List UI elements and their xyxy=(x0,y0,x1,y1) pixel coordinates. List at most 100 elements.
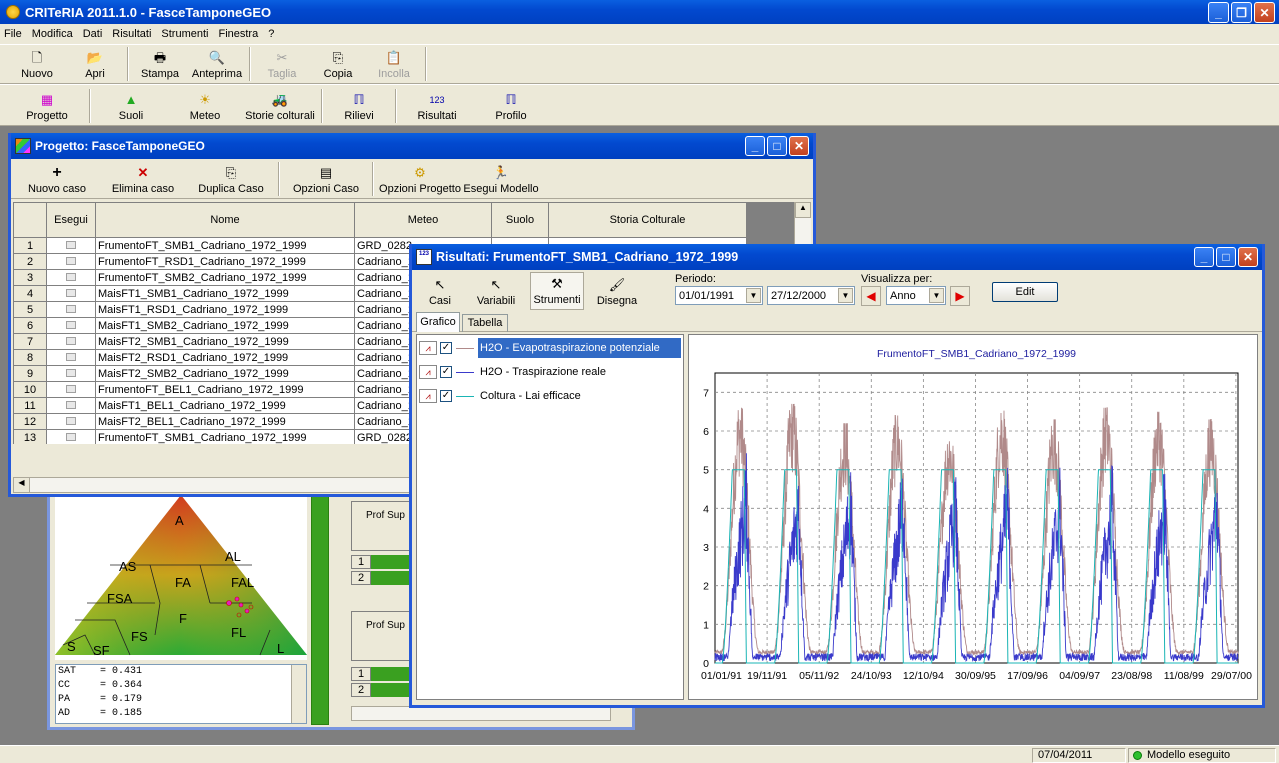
tab-grafico[interactable]: Grafico xyxy=(416,312,460,332)
visualizza-select[interactable]: Anno ▼ xyxy=(886,286,946,305)
esegui-cell[interactable] xyxy=(46,237,96,254)
nome-cell[interactable]: FrumentoFT_RSD1_Cadriano_1972_1999 xyxy=(95,253,355,270)
esegui-checkbox[interactable] xyxy=(66,256,76,265)
progetto-button[interactable]: ▦ Progetto xyxy=(8,87,86,125)
esegui-checkbox[interactable] xyxy=(66,336,76,345)
duplica-caso-button[interactable]: ⎘ Duplica Caso xyxy=(187,160,275,198)
incolla-button[interactable]: 📋 Incolla xyxy=(366,45,422,83)
esegui-cell[interactable] xyxy=(46,317,96,334)
nome-cell[interactable]: FrumentoFT_SMB1_Cadriano_1972_1999 xyxy=(95,237,355,254)
results-minimize-button[interactable]: _ xyxy=(1194,247,1214,267)
variable-checkbox[interactable]: ✓ xyxy=(440,390,452,402)
menu-dati[interactable]: Dati xyxy=(83,28,103,40)
date-from-field[interactable]: 01/01/1991 ▼ xyxy=(675,286,763,305)
disegna-button[interactable]: 🖌 Disegna xyxy=(590,272,644,310)
esegui-checkbox[interactable] xyxy=(66,352,76,361)
esegui-checkbox[interactable] xyxy=(66,384,76,393)
next-arrow-icon[interactable]: ▶ xyxy=(950,286,970,306)
esegui-checkbox[interactable] xyxy=(66,320,76,329)
dropdown-arrow-icon[interactable]: ▼ xyxy=(746,288,761,303)
meteo-button[interactable]: ☀ Meteo xyxy=(168,87,242,125)
nuovo-button[interactable]: 🗋 Nuovo xyxy=(8,45,66,83)
elimina-caso-button[interactable]: ✕ Elimina caso xyxy=(99,160,187,198)
nome-cell[interactable]: FrumentoFT_SMB2_Cadriano_1972_1999 xyxy=(95,269,355,286)
esegui-checkbox[interactable] xyxy=(66,240,76,249)
header-meteo[interactable]: Meteo xyxy=(354,202,492,238)
esegui-cell[interactable] xyxy=(46,349,96,366)
variable-item[interactable]: ⩘ ✓ H2O - Traspirazione reale xyxy=(419,361,681,383)
layers-hscrollbar[interactable] xyxy=(351,706,611,721)
close-button[interactable]: ✕ xyxy=(1254,2,1275,23)
restore-button[interactable]: ❐ xyxy=(1231,2,1252,23)
esegui-cell[interactable] xyxy=(46,429,96,444)
esegui-checkbox[interactable] xyxy=(66,272,76,281)
esegui-cell[interactable] xyxy=(46,381,96,398)
dropdown-arrow-icon[interactable]: ▼ xyxy=(838,288,853,303)
apri-button[interactable]: 📂 Apri xyxy=(66,45,124,83)
esegui-cell[interactable] xyxy=(46,301,96,318)
rilievi-button[interactable]: ℿ Rilievi xyxy=(326,87,392,125)
variabili-button[interactable]: ↖ Variabili xyxy=(470,272,522,310)
nome-cell[interactable]: MaisFT1_RSD1_Cadriano_1972_1999 xyxy=(95,301,355,318)
project-minimize-button[interactable]: _ xyxy=(745,136,765,156)
nuovo-caso-button[interactable]: + Nuovo caso xyxy=(15,160,99,198)
params-scrollbar[interactable] xyxy=(291,665,306,723)
esegui-checkbox[interactable] xyxy=(66,288,76,297)
layer-row-2[interactable]: 2 xyxy=(351,683,371,697)
nome-cell[interactable]: MaisFT2_BEL1_Cadriano_1972_1999 xyxy=(95,413,355,430)
strumenti-button[interactable]: ⚒ Strumenti xyxy=(530,272,584,310)
variable-checkbox[interactable]: ✓ xyxy=(440,366,452,378)
layer-row-1[interactable]: 1 xyxy=(351,667,371,681)
variable-checkbox[interactable]: ✓ xyxy=(440,342,452,354)
variable-item[interactable]: ⩘ ✓ H2O - Evapotraspirazione potenziale xyxy=(419,337,681,359)
menu-strumenti[interactable]: Strumenti xyxy=(161,28,208,40)
esegui-checkbox[interactable] xyxy=(66,416,76,425)
nome-cell[interactable]: MaisFT2_RSD1_Cadriano_1972_1999 xyxy=(95,349,355,366)
tab-tabella[interactable]: Tabella xyxy=(462,314,508,332)
nome-cell[interactable]: MaisFT1_BEL1_Cadriano_1972_1999 xyxy=(95,397,355,414)
opzioni-caso-button[interactable]: ▤ Opzioni Caso xyxy=(283,160,369,198)
stampa-button[interactable]: 🖶 Stampa xyxy=(132,45,188,83)
results-close-button[interactable]: ✕ xyxy=(1238,247,1258,267)
esegui-modello-button[interactable]: 🏃 Esegui Modello xyxy=(463,160,539,198)
nome-cell[interactable]: MaisFT1_SMB2_Cadriano_1972_1999 xyxy=(95,317,355,334)
header-suolo[interactable]: Suolo xyxy=(491,202,549,238)
variable-item[interactable]: ⩘ ✓ Coltura - Lai efficace xyxy=(419,385,681,407)
profilo-button[interactable]: ℿ Profilo xyxy=(474,87,548,125)
risultati-button[interactable]: 123 Risultati xyxy=(400,87,474,125)
menu-finestra[interactable]: Finestra xyxy=(218,28,258,40)
edit-button[interactable]: Edit xyxy=(992,282,1058,302)
esegui-checkbox[interactable] xyxy=(66,304,76,313)
nome-cell[interactable]: FrumentoFT_SMB1_Cadriano_1972_1999 xyxy=(95,429,355,444)
suoli-button[interactable]: ▲ Suoli xyxy=(94,87,168,125)
menu-help[interactable]: ? xyxy=(268,28,274,40)
project-close-button[interactable]: ✕ xyxy=(789,136,809,156)
esegui-cell[interactable] xyxy=(46,413,96,430)
header-esegui[interactable]: Esegui xyxy=(46,202,96,238)
menu-modifica[interactable]: Modifica xyxy=(32,28,73,40)
nome-cell[interactable]: MaisFT2_SMB1_Cadriano_1972_1999 xyxy=(95,333,355,350)
scroll-left-icon[interactable]: ◀ xyxy=(14,478,30,492)
header-storia[interactable]: Storia Colturale xyxy=(548,202,747,238)
header-nome[interactable]: Nome xyxy=(95,202,355,238)
esegui-checkbox[interactable] xyxy=(66,400,76,409)
results-maximize-button[interactable]: □ xyxy=(1216,247,1236,267)
nome-cell[interactable]: MaisFT2_SMB2_Cadriano_1972_1999 xyxy=(95,365,355,382)
esegui-checkbox[interactable] xyxy=(66,368,76,377)
esegui-cell[interactable] xyxy=(46,397,96,414)
minimize-button[interactable]: _ xyxy=(1208,2,1229,23)
opzioni-progetto-button[interactable]: ⚙ Opzioni Progetto xyxy=(377,160,463,198)
scroll-up-icon[interactable]: ▲ xyxy=(795,202,811,218)
esegui-cell[interactable] xyxy=(46,269,96,286)
menu-file[interactable]: File xyxy=(4,28,22,40)
menu-risultati[interactable]: Risultati xyxy=(112,28,151,40)
esegui-checkbox[interactable] xyxy=(66,432,76,441)
prev-arrow-icon[interactable]: ◀ xyxy=(861,286,881,306)
nome-cell[interactable]: FrumentoFT_BEL1_Cadriano_1972_1999 xyxy=(95,381,355,398)
copia-button[interactable]: ⎘ Copia xyxy=(310,45,366,83)
dropdown-arrow-icon[interactable]: ▼ xyxy=(929,288,944,303)
casi-button[interactable]: ↖ Casi xyxy=(418,272,462,310)
storie-colturali-button[interactable]: 🚜 Storie colturali xyxy=(242,87,318,125)
taglia-button[interactable]: ✂ Taglia xyxy=(254,45,310,83)
esegui-cell[interactable] xyxy=(46,333,96,350)
